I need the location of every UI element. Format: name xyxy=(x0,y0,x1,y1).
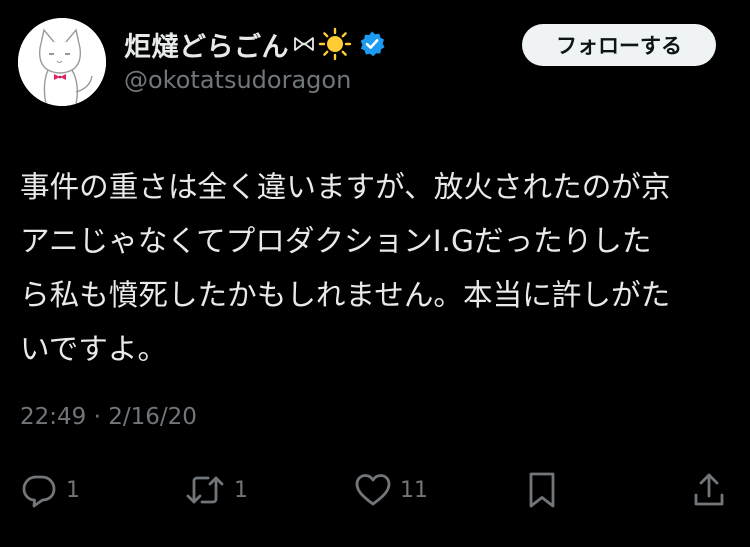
follow-button[interactable]: フォローする xyxy=(522,24,716,66)
bowtie-icon xyxy=(293,36,315,52)
display-name[interactable]: 炬燵どらごん xyxy=(124,25,289,64)
share-icon xyxy=(692,471,726,509)
retweet-count: 1 xyxy=(234,477,248,503)
reply-icon xyxy=(20,471,58,509)
tweet-text: 事件の重さは全く違いますが、放火されたのが京 アニじゃなくてプロダクションI.G… xyxy=(20,160,732,376)
sun-icon xyxy=(318,27,352,61)
bookmark-icon xyxy=(526,471,558,509)
user-handle[interactable]: @okotatsudoragon xyxy=(124,66,351,94)
cat-avatar-icon xyxy=(18,18,106,106)
tweet-text-line: 事件の重さは全く違いますが、放火されたのが京 xyxy=(20,170,671,204)
tweet-text-line: ら私も憤死したかもしれません。本当に許しがた xyxy=(20,278,671,312)
tweet-card: 炬燵どらごん @okotatsudoragon フォローする 事件の重さは全く違… xyxy=(0,0,750,547)
retweet-icon xyxy=(184,471,226,509)
like-button[interactable]: 11 xyxy=(354,470,428,510)
tweet-timestamp[interactable]: 22:49 · 2/16/20 xyxy=(20,404,197,430)
reply-count: 1 xyxy=(66,477,80,503)
heart-icon xyxy=(354,471,392,509)
reply-button[interactable]: 1 xyxy=(20,470,80,510)
tweet-text-line: いですよ。 xyxy=(20,332,168,366)
share-button[interactable] xyxy=(692,470,726,510)
name-row: 炬燵どらごん xyxy=(124,25,386,64)
tweet-text-line: アニじゃなくてプロダクションI.Gだったりした xyxy=(20,224,652,258)
retweet-button[interactable]: 1 xyxy=(184,470,248,510)
verified-badge-icon xyxy=(358,30,386,58)
avatar[interactable] xyxy=(18,18,106,106)
bookmark-button[interactable] xyxy=(526,470,558,510)
action-bar: 1 1 11 xyxy=(0,470,750,510)
like-count: 11 xyxy=(400,477,428,503)
